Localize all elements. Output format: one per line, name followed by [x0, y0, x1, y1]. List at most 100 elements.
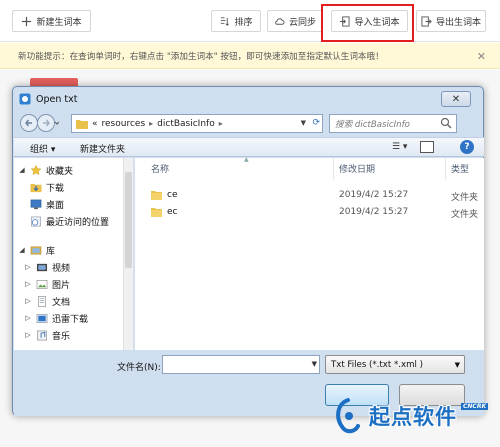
refresh-icon[interactable]: ⟳ [312, 118, 320, 128]
nav-item-documents[interactable]: ▷ 文档 [24, 293, 70, 309]
nav-item-downloads[interactable]: 下载 [30, 179, 64, 195]
nav-item-label: 视频 [52, 263, 71, 274]
export-wordbook-label: 导出生词本 [435, 17, 481, 28]
watermark-text: 起点软件 [369, 405, 457, 429]
file-date: 2019/4/2 15:27 [339, 207, 409, 217]
dialog-close-button[interactable]: ✕ [441, 91, 471, 107]
export-wordbook-button[interactable]: 导出生词本 [416, 10, 486, 32]
watermark-swirl-icon [336, 398, 360, 434]
watermark-logo: 起点软件 CNCRK [333, 385, 500, 447]
export-icon [421, 15, 432, 27]
nav-item-label: 库 [46, 246, 56, 257]
nav-item-videos[interactable]: ▷ 视频 [24, 259, 70, 275]
scrollbar-thumb[interactable] [125, 172, 132, 268]
column-divider[interactable] [445, 158, 446, 180]
tip-close-icon[interactable]: ✕ [477, 50, 486, 63]
nav-item-desktop[interactable]: 桌面 [30, 196, 64, 212]
search-icon [440, 117, 452, 129]
dialog-title: Open txt [36, 93, 78, 105]
address-bar[interactable]: « resources ▸ dictBasicInfo ▸ ▼ ⟳ [71, 114, 323, 133]
app-icon [19, 93, 31, 105]
file-row[interactable]: ec 2019/4/2 15:27 文件夹 [135, 204, 484, 221]
address-segment-resources[interactable]: resources [102, 119, 146, 129]
nav-item-label: 最近访问的位置 [46, 217, 110, 228]
search-placeholder: 搜索 dictBasicInfo [335, 119, 410, 130]
sort-label: 排序 [234, 17, 253, 28]
nav-item-pictures[interactable]: ▷ 图片 [24, 276, 70, 292]
address-dropdown-icon[interactable]: ▼ [301, 119, 306, 127]
music-library-icon [37, 330, 47, 340]
chevron-down-icon: ▼ [454, 361, 460, 369]
expand-arrow-icon[interactable]: ▷ [24, 263, 32, 271]
file-name: ce [167, 190, 178, 200]
view-options-icon[interactable]: ☰ ▾ [392, 142, 407, 152]
chevron-down-icon[interactable]: ▼ [312, 360, 317, 368]
app-toolbar: 新建生词本 排序 云同步 导入生词本 导出生词本 [0, 0, 500, 42]
filename-label: 文件名(N): [117, 363, 161, 373]
recent-places-icon [31, 216, 41, 226]
library-icon [30, 246, 42, 254]
video-library-icon [36, 263, 48, 271]
search-input[interactable]: 搜索 dictBasicInfo [329, 114, 457, 133]
navigation-pane: ◢ 收藏夹 下载 桌面 最近访问的位置 ◢ 库 ▷ 视频 ▷ 图片 ▷ 文档 ▷… [14, 158, 134, 350]
address-separator[interactable]: ▸ [219, 119, 223, 128]
collapse-arrow-icon[interactable]: ◢ [18, 246, 26, 254]
back-forward-buttons[interactable] [19, 113, 59, 133]
dialog-titlebar: Open txt [13, 87, 483, 111]
file-type: 文件夹 [451, 210, 479, 220]
help-icon[interactable]: ? [460, 140, 474, 154]
nav-item-label: 文档 [52, 297, 71, 308]
documents-library-icon [38, 295, 46, 307]
nav-item-label: 图片 [52, 280, 71, 291]
nav-item-recent-places[interactable]: 最近访问的位置 [30, 213, 109, 229]
command-bar: 组织 ▾ 新建文件夹 ☰ ▾ ? [14, 137, 484, 157]
column-divider[interactable] [333, 158, 334, 180]
column-header-name[interactable]: 名称 [151, 162, 169, 175]
new-wordbook-button[interactable]: 新建生词本 [12, 10, 91, 32]
column-header-type[interactable]: 类型 [451, 162, 469, 175]
organize-menu[interactable]: 组织 ▾ [30, 142, 55, 155]
address-prefix: « [92, 118, 98, 129]
folder-icon [151, 191, 162, 200]
file-type-value: Txt Files (*.txt *.xml ) [331, 359, 423, 370]
new-wordbook-label: 新建生词本 [36, 17, 82, 28]
column-header-date[interactable]: 修改日期 [339, 162, 375, 175]
folder-icon [76, 119, 88, 129]
navigation-scrollbar[interactable] [123, 158, 133, 350]
file-list: ▲ 名称 修改日期 类型 ce 2019/4/2 15:27 文件夹 ec 20… [135, 156, 484, 350]
pictures-library-icon [36, 279, 48, 289]
nav-item-label: 桌面 [46, 200, 65, 211]
nav-item-label: 下载 [46, 183, 65, 194]
preview-pane-icon[interactable] [420, 141, 434, 153]
nav-item-thunder-downloads[interactable]: ▷ 迅雷下载 [24, 310, 88, 326]
nav-item-label: 音乐 [52, 331, 71, 342]
nav-item-music[interactable]: ▷ 音乐 [24, 327, 70, 343]
star-icon [30, 164, 42, 175]
new-folder-button[interactable]: 新建文件夹 [80, 142, 125, 155]
expand-arrow-icon[interactable]: ▷ [24, 314, 32, 322]
file-row[interactable]: ce 2019/4/2 15:27 文件夹 [135, 187, 484, 204]
cloud-sync-button[interactable]: 云同步 [267, 10, 323, 32]
nav-item-favorites[interactable]: ◢ 收藏夹 [18, 162, 73, 178]
file-type-select[interactable]: Txt Files (*.txt *.xml ) ▼ [325, 355, 465, 374]
close-icon: ✕ [451, 93, 461, 105]
nav-item-libraries[interactable]: ◢ 库 [18, 242, 55, 258]
folder-icon [151, 208, 162, 217]
file-name: ec [167, 207, 178, 217]
watermark-badge: CNCRK [461, 403, 489, 410]
cloud-sync-label: 云同步 [288, 17, 316, 28]
download-folder-icon [30, 183, 42, 192]
expand-arrow-icon[interactable]: ▷ [24, 280, 32, 288]
thunder-download-icon [36, 313, 48, 323]
expand-arrow-icon[interactable]: ▷ [24, 297, 32, 305]
collapse-arrow-icon[interactable]: ◢ [18, 166, 26, 174]
sort-button[interactable]: 排序 [211, 10, 261, 32]
import-button-highlight [321, 4, 414, 42]
address-segment-dictbasicinfo[interactable]: dictBasicInfo [157, 119, 215, 129]
filename-input[interactable]: ▼ [162, 355, 320, 374]
sort-icon [221, 16, 230, 26]
desktop-icon [30, 199, 42, 209]
open-file-dialog: Open txt ✕ « resources ▸ dictBasicInfo ▸… [12, 86, 484, 416]
address-separator[interactable]: ▸ [149, 119, 153, 128]
expand-arrow-icon[interactable]: ▷ [24, 331, 32, 339]
